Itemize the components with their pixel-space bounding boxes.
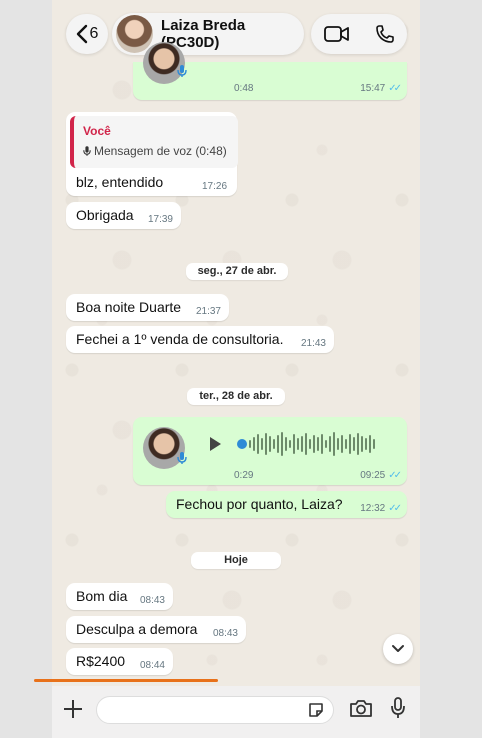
incoming-message[interactable]: Bom dia 08:43 [66,583,173,610]
message-text: Boa noite Duarte [76,299,182,315]
waveform-bar [261,438,263,450]
read-ticks-icon: ✓✓ [388,470,402,481]
waveform-bar [305,433,307,455]
message-time: 09:25 ✓✓ [360,470,402,481]
highlight-underline [34,679,218,682]
date-separator: ter., 28 de abr. [187,388,285,405]
read-ticks-icon: ✓✓ [388,83,402,94]
voice-duration: 0:29 [234,470,254,481]
microphone-icon [177,451,187,465]
message-text: Fechei a 1º venda de consultoria. [76,331,284,347]
incoming-message[interactable]: R$2400 08:44 [66,648,173,675]
date-separator: Hoje [191,552,281,569]
waveform-bar [277,435,279,453]
back-button[interactable]: 6 [66,14,108,54]
playback-dot[interactable] [237,439,247,449]
waveform-bar [297,438,299,450]
message-time: 08:44 [139,660,165,671]
waveform-bar [353,437,355,451]
microphone-icon [177,64,187,78]
waveform-bar [337,438,339,450]
waveform-bar [313,435,315,453]
message-time: 17:39 [147,214,173,225]
left-margin [0,0,52,738]
microphone-icon [83,145,91,157]
contact-name: Laiza Breda (PC30D) [161,17,246,51]
waveform-bar [345,439,347,449]
message-time: 15:47 ✓✓ [360,83,402,94]
voice-duration: 0:48 [234,83,254,94]
chat-header: 6 Laiza Breda (PC30D) [0,0,482,68]
sticker-icon[interactable] [307,701,325,719]
waveform-bar [293,434,295,454]
right-margin [420,0,482,738]
avatar [116,15,154,53]
camera-icon[interactable] [349,698,373,718]
phone-icon[interactable] [375,24,395,44]
unread-count: 6 [89,25,99,42]
message-text: blz, entendido [76,174,164,190]
waveform-bar [257,434,259,454]
waveform-bar [249,440,251,448]
waveform-bar [369,435,371,453]
waveform-bar [301,436,303,452]
quoted-preview: Mensagem de voz (0:48) [83,144,227,158]
waveform-bar [365,438,367,450]
message-time: 12:32 ✓✓ [360,503,402,514]
outgoing-message[interactable]: Fechou por quanto, Laiza? 12:32 ✓✓ [166,491,407,518]
waveform-bar [357,433,359,455]
waveform-bar [373,439,375,449]
waveform-bar [349,434,351,454]
scroll-to-bottom-button[interactable] [383,634,413,664]
quoted-author: Você [83,124,111,138]
waveform-bar [321,434,323,454]
waveform-bar [309,439,311,449]
call-actions [311,14,407,54]
incoming-message[interactable]: Boa noite Duarte 21:37 [66,294,229,321]
message-text: Obrigada [76,207,134,223]
message-text: Fechou por quanto, Laiza? [176,496,343,512]
chevron-down-icon [391,644,405,654]
incoming-message[interactable]: Fechei a 1º venda de consultoria. 21:43 [66,326,334,353]
waveform-bar [281,432,283,456]
chevron-left-icon [76,24,88,44]
waveform[interactable] [249,431,375,457]
waveform-bar [285,437,287,451]
message-input[interactable] [96,696,334,724]
message-time: 17:26 [202,181,228,192]
quoted-message[interactable]: Você Mensagem de voz (0:48) [70,116,238,168]
waveform-bar [361,436,363,452]
waveform-bar [273,439,275,449]
waveform-bar [333,432,335,456]
voice-message[interactable]: 0:48 15:47 ✓✓ [133,42,407,100]
message-text: Bom dia [76,588,128,604]
message-time: 08:43 [139,595,165,606]
voice-message[interactable]: 0:29 09:25 ✓✓ [133,417,407,485]
video-call-icon[interactable] [323,25,350,43]
plus-icon[interactable] [62,698,84,720]
message-text: Desculpa a demora [76,621,198,637]
waveform-bar [253,437,255,451]
waveform-bar [329,436,331,452]
contact-info-button[interactable]: Laiza Breda (PC30D) [112,13,304,55]
waveform-bar [325,440,327,448]
waveform-bar [341,435,343,453]
composer-bar [52,686,420,738]
incoming-message[interactable]: Desculpa a demora 08:43 [66,616,246,643]
waveform-bar [269,436,271,452]
read-ticks-icon: ✓✓ [388,503,402,514]
incoming-message[interactable]: Obrigada 17:39 [66,202,181,229]
play-icon[interactable] [207,436,223,452]
waveform-bar [265,433,267,455]
microphone-icon[interactable] [390,696,406,720]
message-text: R$2400 [76,653,126,669]
message-time: 21:37 [195,306,221,317]
date-separator: seg., 27 de abr. [186,263,288,280]
waveform-bar [289,440,291,448]
message-time: 08:43 [212,628,238,639]
message-time: 21:43 [300,338,326,349]
waveform-bar [317,437,319,451]
